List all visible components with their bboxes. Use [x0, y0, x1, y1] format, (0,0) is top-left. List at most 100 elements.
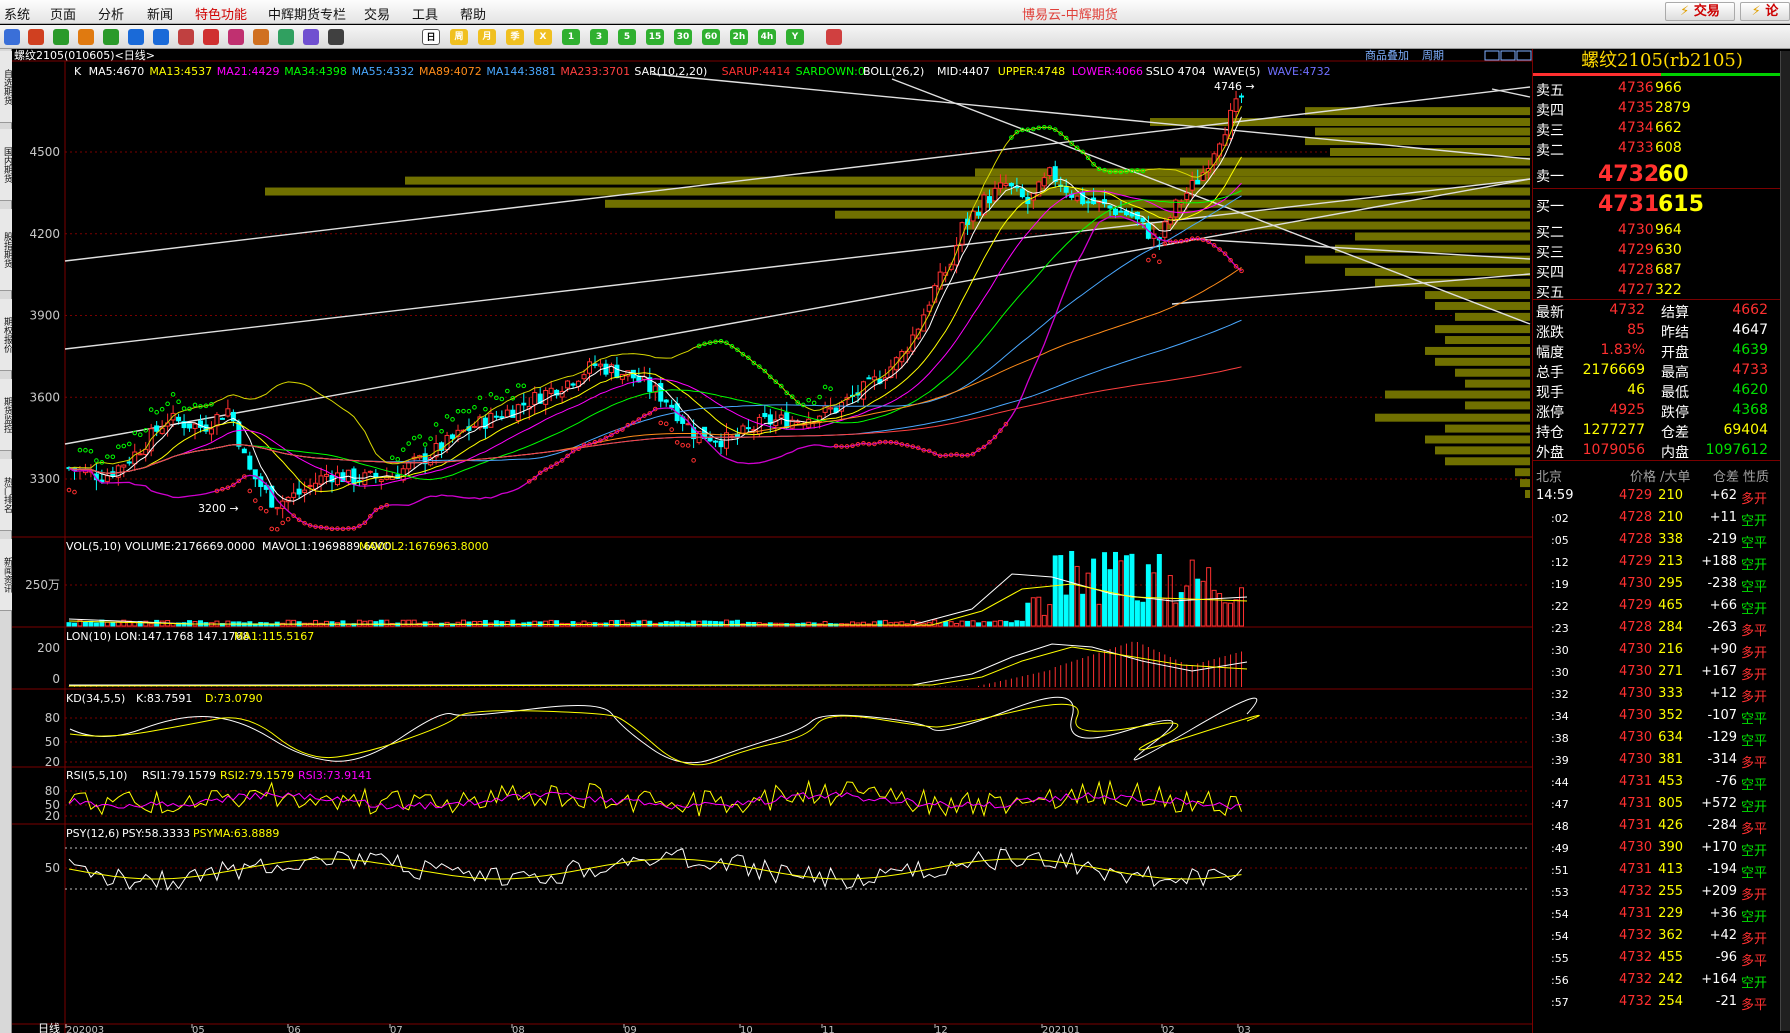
news-icon[interactable] [78, 29, 94, 45]
period-11-button[interactable]: 2h [730, 29, 748, 45]
sidebar-tab-0[interactable]: 自选期货 [0, 51, 12, 123]
tick-row[interactable]: :54 4731 229 +36 空开 [1533, 903, 1790, 925]
sidebar-tab-3[interactable]: 期权报价 [0, 299, 12, 371]
draw-icon[interactable] [303, 29, 319, 45]
forum-button[interactable]: ⚡ 论 [1740, 2, 1790, 21]
sidebar-tab-4[interactable]: 期货监控 [0, 379, 12, 451]
tick-row[interactable]: :23 4728 284 -263 多平 [1533, 617, 1790, 639]
tick-row[interactable]: :48 4731 426 -284 多平 [1533, 815, 1790, 837]
bid-row-1[interactable]: 买一 4731 615 [1533, 192, 1790, 217]
volume-bar [976, 622, 982, 627]
tick-row[interactable]: :30 4730 271 +167 多开 [1533, 661, 1790, 683]
candle-body [521, 402, 527, 406]
ask-row-1[interactable]: 卖一 4732 60 [1533, 162, 1790, 187]
volume-bar [1189, 559, 1195, 627]
tick-row[interactable]: :05 4728 338 -219 空平 [1533, 529, 1790, 551]
tick-row[interactable]: :22 4729 465 +66 空开 [1533, 595, 1790, 617]
period-7-button[interactable]: 5 [618, 29, 636, 45]
tick-row[interactable]: 14:59 4729 210 +62 多开 [1533, 485, 1790, 507]
stat-row[interactable]: 幅度 1.83% 开盘 4639 [1533, 340, 1790, 361]
period-3-button[interactable]: 季 [506, 29, 524, 45]
table-icon[interactable] [328, 29, 344, 45]
menu-news[interactable]: 新闻 [147, 4, 173, 23]
period-5-button[interactable]: 1 [562, 29, 580, 45]
stat-row[interactable]: 总手 2176669 最高 4733 [1533, 360, 1790, 381]
period-12-button[interactable]: 4h [758, 29, 776, 45]
sidebar-tab-2[interactable]: 股指期货 [0, 209, 12, 291]
bid-row-5[interactable]: 买五 4727 322 [1533, 280, 1790, 301]
tick-row[interactable]: :56 4732 242 +164 空开 [1533, 969, 1790, 991]
period-8-button[interactable]: 15 [646, 29, 664, 45]
tick-row[interactable]: :55 4732 455 -96 多平 [1533, 947, 1790, 969]
home-icon[interactable] [28, 29, 44, 45]
trade-button[interactable]: ⚡ 交易 [1665, 2, 1735, 21]
tick-row[interactable]: :19 4730 295 -238 空平 [1533, 573, 1790, 595]
window-icon[interactable] [178, 29, 194, 45]
menu-system[interactable]: 系统 [4, 4, 30, 23]
period-4-button[interactable]: X [534, 29, 552, 45]
period-0-button[interactable]: 日 [422, 29, 440, 45]
chart-icon[interactable] [228, 29, 244, 45]
menu-zhonghui[interactable]: 中辉期货专栏 [268, 4, 346, 23]
sidebar-tab-5[interactable]: 热门排名 [0, 459, 12, 531]
menu-features[interactable]: 特色功能 [195, 4, 247, 23]
bid-row-3[interactable]: 买三 4729 630 [1533, 240, 1790, 261]
tick-row[interactable]: :39 4730 381 -314 多平 [1533, 749, 1790, 771]
stat-row[interactable]: 现手 46 最低 4620 [1533, 380, 1790, 401]
tick-header[interactable]: 北京 价格/大单 仓差 性质 [1533, 463, 1790, 485]
calc-icon[interactable] [826, 29, 842, 45]
stat-row[interactable]: 最新 4732 结算 4662 [1533, 300, 1790, 321]
volume-bar [1041, 614, 1047, 627]
stat-row[interactable]: 外盘 1079056 内盘 1097612 [1533, 440, 1790, 461]
tick-row[interactable]: :57 4732 254 -21 多平 [1533, 991, 1790, 1013]
menu-analysis[interactable]: 分析 [98, 4, 124, 23]
refresh-icon[interactable] [53, 29, 69, 45]
ask-row-3[interactable]: 卖三 4734 662 [1533, 118, 1790, 139]
sidebar-tab-1[interactable]: 国内期货 [0, 129, 12, 201]
period-1-button[interactable]: 周 [450, 29, 468, 45]
tick-row[interactable]: :30 4730 216 +90 多开 [1533, 639, 1790, 661]
ask-row-2[interactable]: 卖二 4733 608 [1533, 138, 1790, 159]
period-2-button[interactable]: 月 [478, 29, 496, 45]
chart-area[interactable]: 螺纹2105(010605)<日线> 商品叠加 周期 K MA5:4670 MA13:45… [12, 49, 1532, 1033]
tick-row[interactable]: :44 4731 453 -76 空平 [1533, 771, 1790, 793]
tick-row[interactable]: :12 4729 213 +188 空开 [1533, 551, 1790, 573]
pen-icon[interactable] [203, 29, 219, 45]
tick-row[interactable]: :54 4732 362 +42 多开 [1533, 925, 1790, 947]
bid-row-4[interactable]: 买四 4728 687 [1533, 260, 1790, 281]
menu-tools[interactable]: 工具 [412, 4, 438, 23]
tick-row[interactable]: :32 4730 333 +12 多开 [1533, 683, 1790, 705]
tick-row[interactable]: :53 4732 255 +209 多开 [1533, 881, 1790, 903]
quote-scrollbar[interactable] [1780, 51, 1790, 1031]
ask-row-4[interactable]: 卖四 4735 2879 [1533, 98, 1790, 119]
tick-row[interactable]: :34 4730 352 -107 空平 [1533, 705, 1790, 727]
period-10-button[interactable]: 60 [702, 29, 720, 45]
period-6-button[interactable]: 3 [590, 29, 608, 45]
stat-row[interactable]: 持仓 1277277 仓差 69404 [1533, 420, 1790, 441]
stat-row[interactable]: 涨停 4925 跌停 4368 [1533, 400, 1790, 421]
volume-bar [696, 620, 702, 627]
tick-row[interactable]: :02 4728 210 +11 空开 [1533, 507, 1790, 529]
menu-help[interactable]: 帮助 [460, 4, 486, 23]
stat-row[interactable]: 涨跌 85 昨结 4647 [1533, 320, 1790, 341]
search-icon[interactable] [128, 29, 144, 45]
bid-row-2[interactable]: 买二 4730 964 [1533, 220, 1790, 241]
tick-row[interactable]: :49 4730 390 +170 空开 [1533, 837, 1790, 859]
period-9-button[interactable]: 30 [674, 29, 692, 45]
sar-dot [94, 458, 99, 463]
tick-row[interactable]: :47 4731 805 +572 空开 [1533, 793, 1790, 815]
menu-trade[interactable]: 交易 [364, 4, 390, 23]
sidebar-tab-6[interactable]: 新闻资讯 [0, 539, 12, 611]
recycle-icon[interactable] [103, 29, 119, 45]
back-icon[interactable] [4, 29, 20, 45]
search2-icon[interactable] [153, 29, 169, 45]
tick-row[interactable]: :51 4731 413 -194 空平 [1533, 859, 1790, 881]
sar-dot [280, 520, 285, 526]
menu-page[interactable]: 页面 [50, 4, 76, 23]
indicator-2: MA13:4537 [149, 65, 212, 78]
tick-row[interactable]: :38 4730 634 -129 空平 [1533, 727, 1790, 749]
ask-row-5[interactable]: 卖五 4736 966 [1533, 78, 1790, 99]
period-13-button[interactable]: Y [786, 29, 804, 45]
rocket-icon[interactable] [253, 29, 269, 45]
pin-icon[interactable] [278, 29, 294, 45]
